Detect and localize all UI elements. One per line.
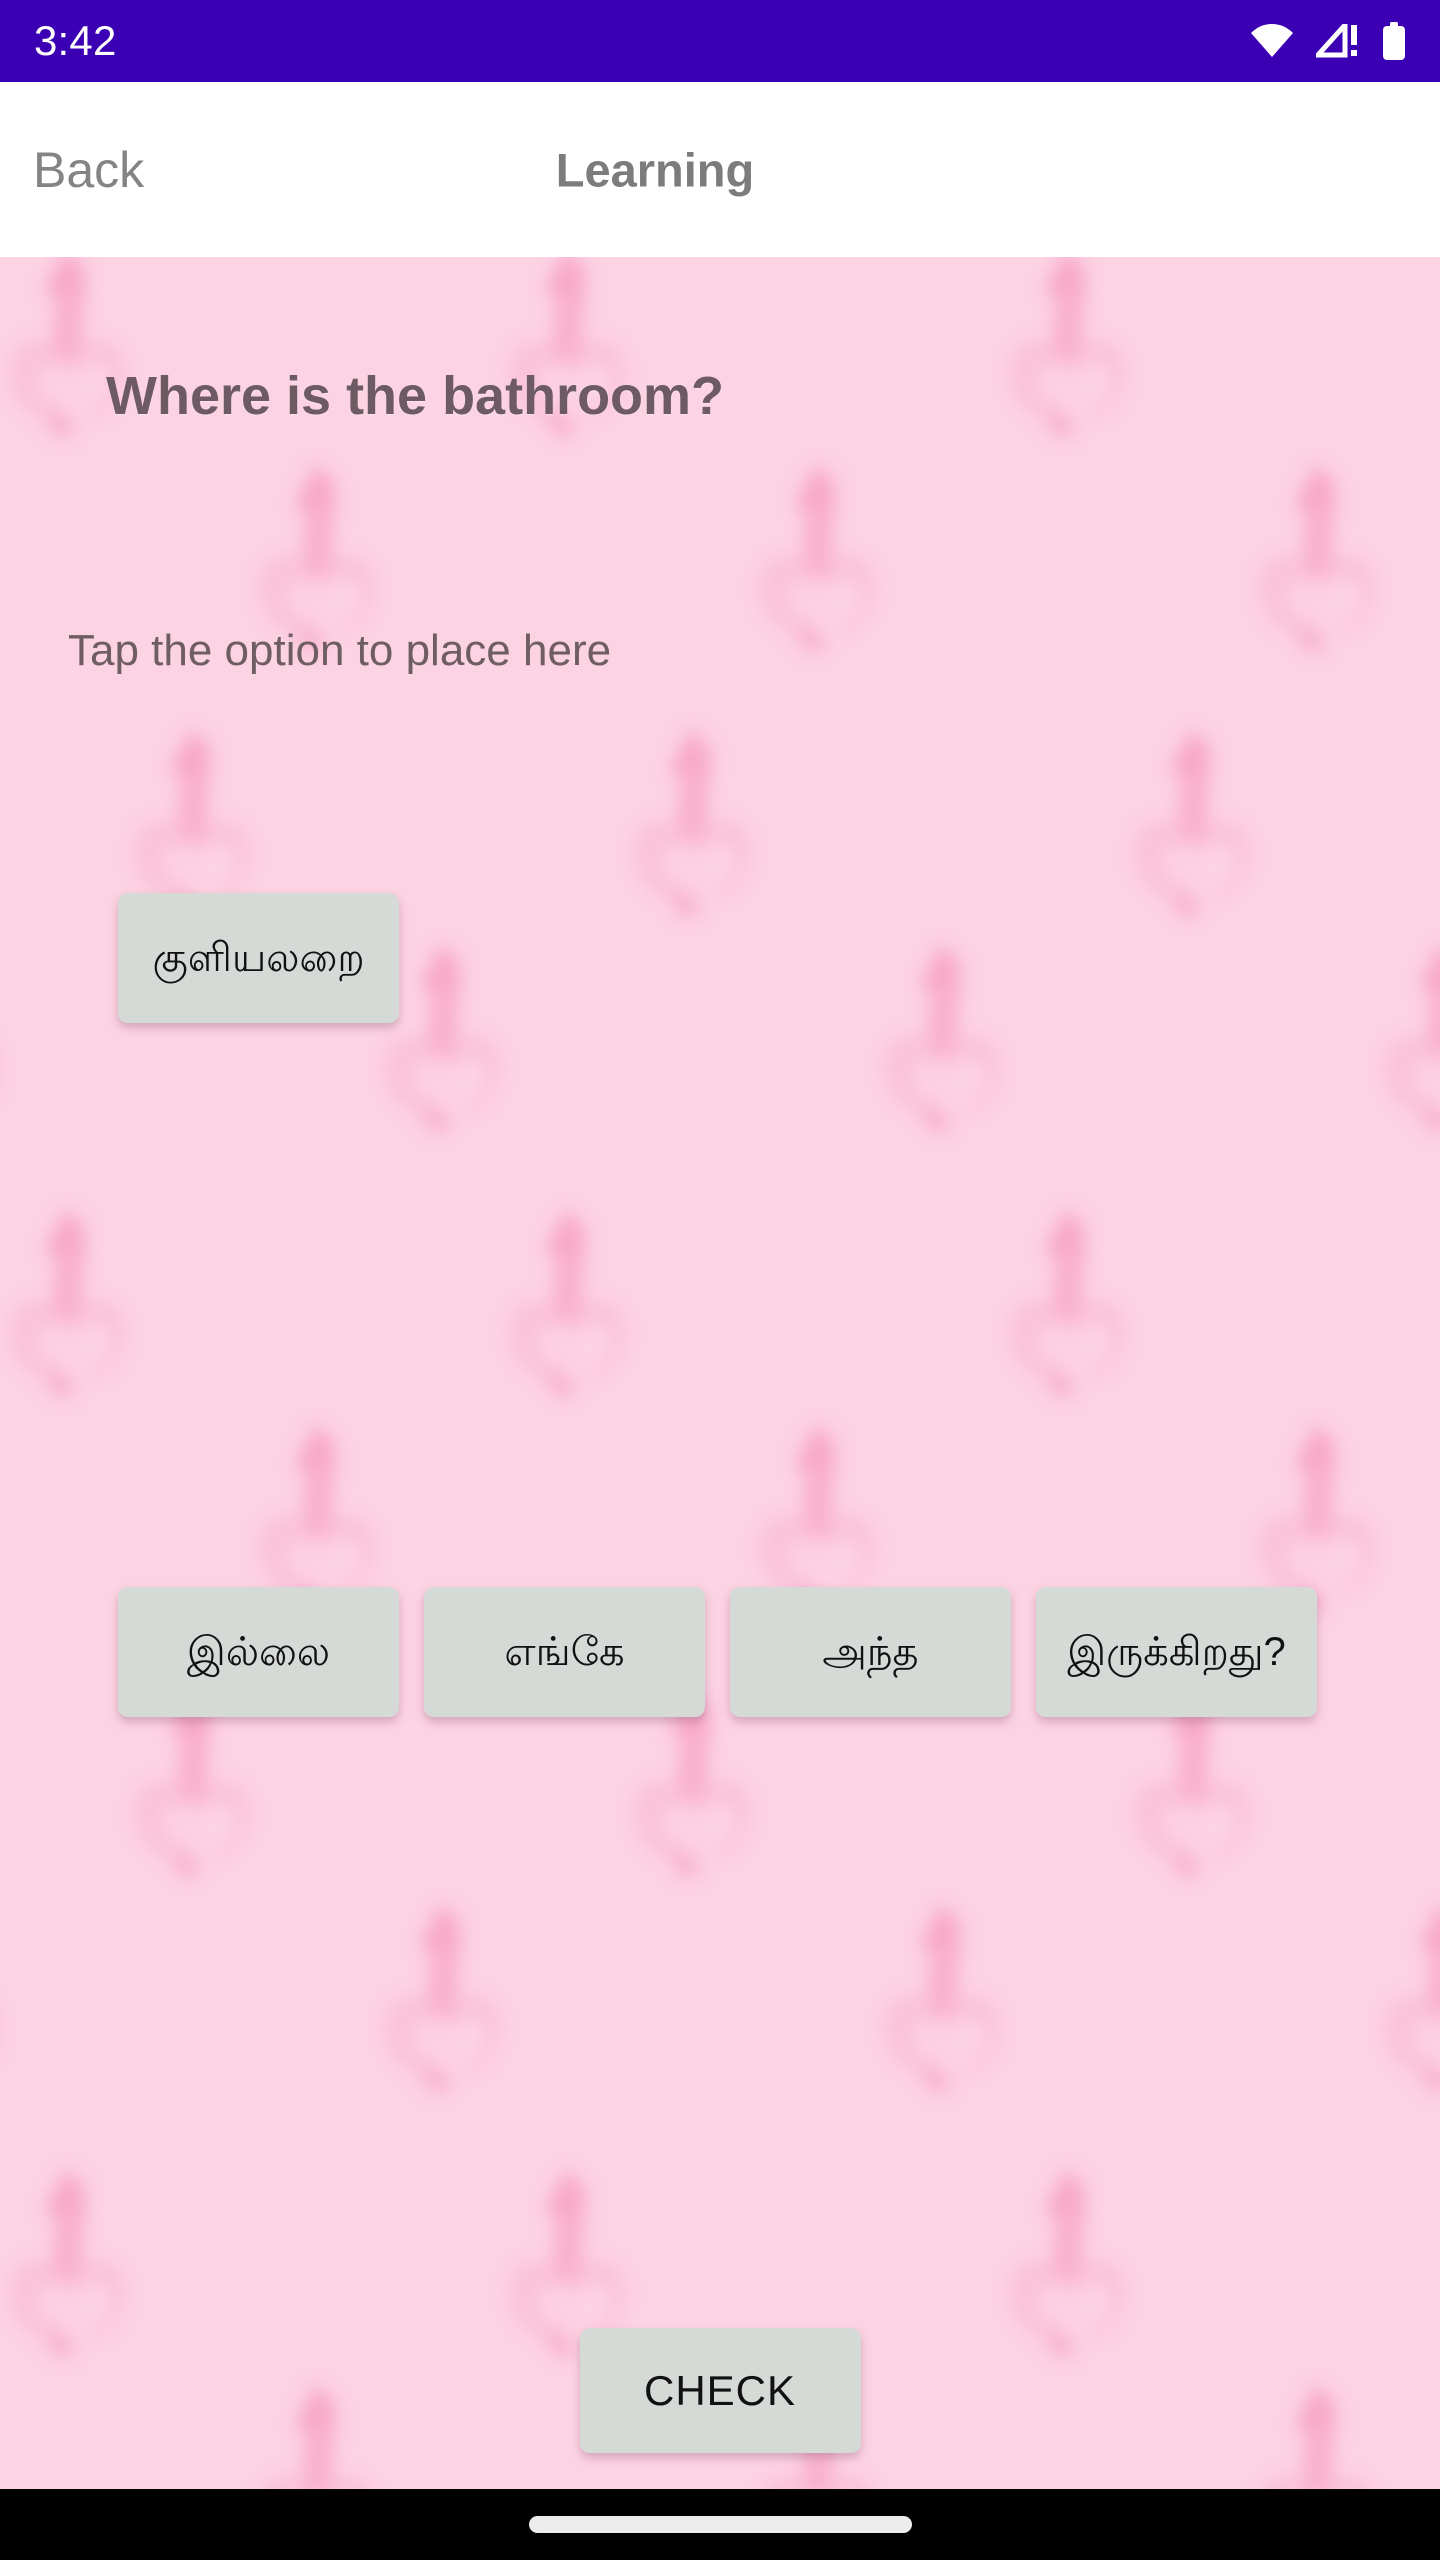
- check-button[interactable]: CHECK: [579, 2328, 861, 2453]
- bow-motif: [1372, 1902, 1440, 2132]
- question-text: Where is the bathroom?: [106, 366, 725, 426]
- home-indicator[interactable]: [528, 2516, 912, 2533]
- status-bar: 3:42: [0, 0, 1440, 82]
- bow-motif: [0, 1902, 25, 2132]
- bow-motif: [622, 727, 775, 957]
- bow-motif: [872, 1902, 1025, 2132]
- answer-slot-hint: Tap the option to place here: [68, 626, 612, 675]
- bow-motif: [747, 462, 900, 692]
- bow-motif: [1122, 1687, 1275, 1917]
- bow-motif: [1372, 942, 1440, 1172]
- bow-motif: [622, 1687, 775, 1917]
- system-nav-bar: [0, 2489, 1440, 2560]
- check-button-area: CHECK: [0, 2328, 1440, 2453]
- cellular-no-sim-icon: [1316, 24, 1360, 58]
- bow-motif: [1247, 462, 1400, 692]
- bow-motif: [122, 1687, 275, 1917]
- bow-motif: [372, 1902, 525, 2132]
- option-chip-3[interactable]: இருக்கிறது?: [1036, 1587, 1317, 1717]
- bow-motif: [0, 1207, 150, 1437]
- bow-motif: [497, 1207, 650, 1437]
- exercise-content: Where is the bathroom? Tap the option to…: [0, 257, 1440, 2489]
- bow-motif: [1122, 727, 1275, 957]
- bow-motif: [997, 257, 1150, 477]
- option-chip-0[interactable]: இல்லை: [118, 1587, 399, 1717]
- battery-full-icon: [1382, 22, 1406, 60]
- background-pattern: [0, 257, 1440, 2489]
- app-header: Back Learning: [0, 82, 1440, 257]
- option-chip-row: இல்லை எங்கே அந்த இருக்கிறது?: [118, 1587, 1317, 1717]
- bow-motif: [997, 1207, 1150, 1437]
- option-chip-1[interactable]: எங்கே: [424, 1587, 705, 1717]
- bow-motif: [0, 942, 25, 1172]
- wifi-icon: [1250, 24, 1294, 58]
- bow-motif: [872, 942, 1025, 1172]
- page-title: Learning: [555, 143, 755, 196]
- phone-screen: 3:42 Back Learning Where is the bathroom…: [0, 0, 1440, 2560]
- status-clock: 3:42: [34, 17, 117, 64]
- answer-slot-area: குளியலறை: [118, 893, 399, 1023]
- option-chip-2[interactable]: அந்த: [730, 1587, 1011, 1717]
- status-icon-group: [1250, 22, 1406, 60]
- placed-answer-chip-0[interactable]: குளியலறை: [118, 893, 399, 1023]
